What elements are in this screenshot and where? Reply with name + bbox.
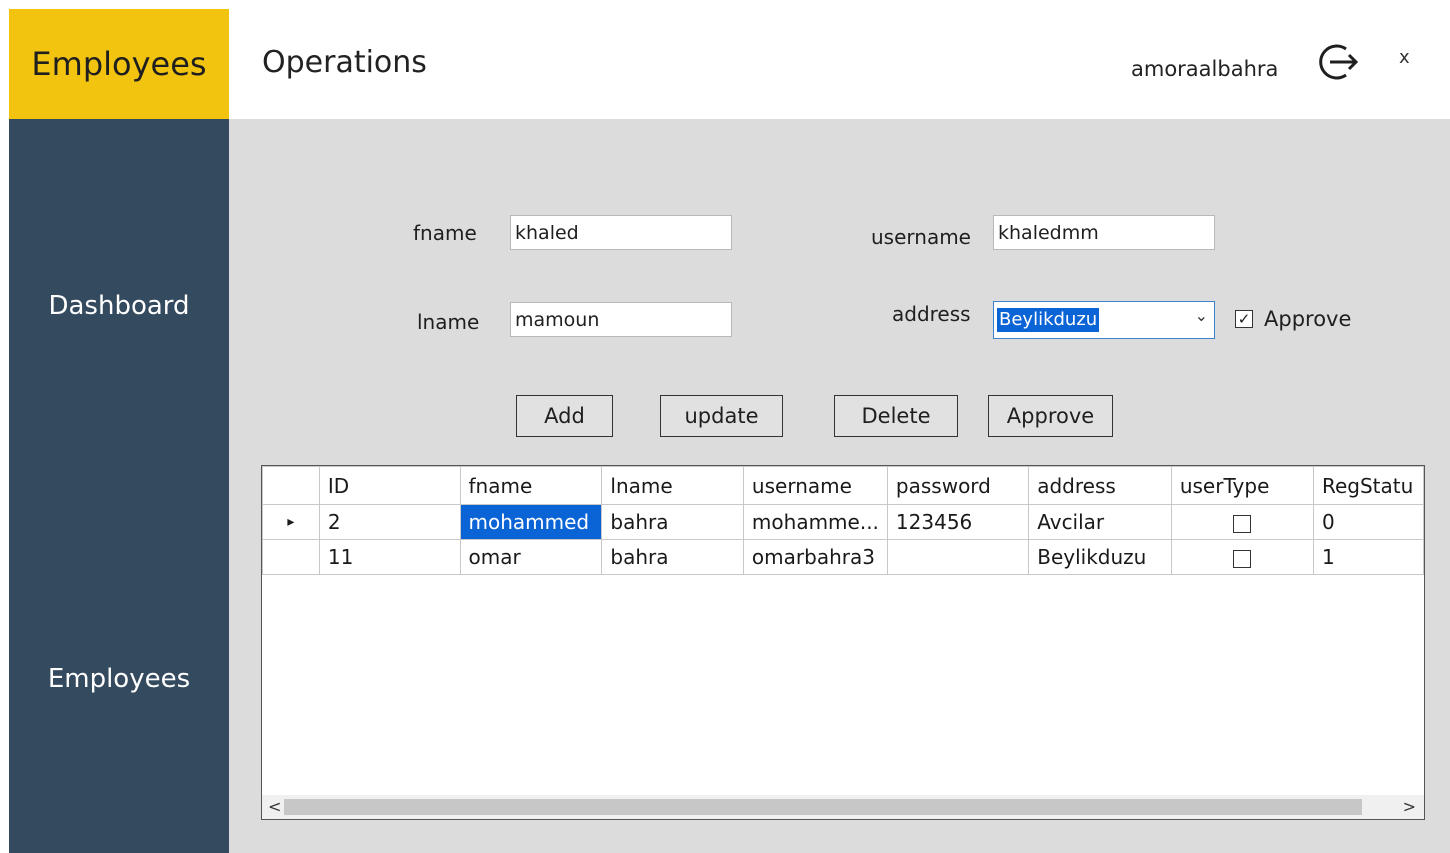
row-header-corner — [262, 466, 320, 505]
column-header[interactable]: RegStatu — [1312, 466, 1424, 505]
checkmark-icon: ✓ — [1235, 310, 1253, 328]
sidebar: Dashboard Employees — [9, 119, 229, 853]
scroll-right-icon[interactable]: > — [1403, 797, 1416, 816]
current-user-name: amoraalbahra — [1131, 57, 1279, 81]
lname-input[interactable] — [510, 302, 732, 337]
row-header[interactable] — [262, 539, 320, 575]
sidebar-item-employees[interactable]: Employees — [9, 664, 229, 694]
table-cell[interactable]: 123456 — [886, 504, 1030, 540]
address-select[interactable]: Beylikduzu ⌄ — [993, 301, 1215, 339]
brand-header: Employees — [9, 9, 229, 119]
usertype-checkbox[interactable] — [1233, 514, 1252, 533]
table-cell[interactable]: Beylikduzu — [1028, 539, 1172, 575]
logout-icon[interactable] — [1316, 41, 1362, 83]
table-cell[interactable]: omarbahra3 — [742, 539, 888, 575]
scroll-left-icon[interactable]: < — [268, 797, 281, 816]
column-header[interactable]: address — [1028, 466, 1172, 505]
usertype-cell[interactable] — [1170, 539, 1314, 575]
address-label: address — [892, 302, 971, 326]
table-cell[interactable]: mohamme... — [742, 504, 888, 540]
fname-input[interactable] — [510, 215, 732, 250]
brand-title: Employees — [31, 45, 207, 83]
column-header[interactable]: fname — [459, 466, 603, 505]
column-header[interactable]: ID — [318, 466, 461, 505]
chevron-down-icon[interactable]: ⌄ — [1195, 306, 1208, 325]
operations-panel: fname username lname address Beylikduzu … — [229, 119, 1450, 853]
table-cell[interactable]: bahra — [601, 504, 744, 540]
table-cell[interactable]: Avcilar — [1028, 504, 1172, 540]
column-header[interactable]: lname — [601, 466, 744, 505]
username-input[interactable] — [993, 215, 1215, 250]
update-button[interactable]: update — [660, 395, 783, 437]
column-header[interactable]: userType — [1170, 466, 1314, 505]
approve-button[interactable]: Approve — [988, 395, 1113, 437]
employees-table: ID fname lname username password address… — [262, 466, 1424, 575]
table-cell[interactable]: 11 — [318, 539, 461, 575]
address-select-value: Beylikduzu — [997, 308, 1100, 332]
horizontal-scrollbar[interactable]: < > — [262, 795, 1424, 819]
fname-label: fname — [413, 221, 477, 245]
table-row[interactable]: ▸ 2 mohammed bahra mohamme... 123456 Avc… — [262, 504, 1424, 540]
delete-button[interactable]: Delete — [834, 395, 958, 437]
table-cell[interactable]: omar — [459, 539, 603, 575]
table-header-row: ID fname lname username password address… — [262, 466, 1424, 505]
column-header[interactable]: password — [886, 466, 1030, 505]
close-button[interactable]: x — [1399, 47, 1410, 68]
table-row[interactable]: 11 omar bahra omarbahra3 Beylikduzu 1 — [262, 539, 1424, 575]
employees-grid[interactable]: ID fname lname username password address… — [261, 465, 1425, 820]
table-cell[interactable]: bahra — [601, 539, 744, 575]
top-header: Operations amoraalbahra x — [229, 9, 1450, 119]
table-cell[interactable]: 1 — [1312, 539, 1424, 575]
table-cell[interactable] — [886, 539, 1030, 575]
approve-checkbox[interactable]: ✓ Approve — [1235, 307, 1351, 331]
scrollbar-thumb[interactable] — [284, 799, 1362, 815]
username-label: username — [871, 225, 971, 249]
sidebar-item-dashboard[interactable]: Dashboard — [9, 291, 229, 321]
table-cell[interactable]: 0 — [1312, 504, 1424, 540]
page-title: Operations — [262, 45, 427, 80]
lname-label: lname — [417, 310, 480, 334]
table-cell[interactable]: 2 — [318, 504, 461, 540]
approve-checkbox-label: Approve — [1264, 307, 1352, 331]
add-button[interactable]: Add — [516, 395, 613, 437]
current-row-indicator-icon[interactable]: ▸ — [262, 504, 320, 540]
usertype-checkbox[interactable] — [1233, 549, 1252, 568]
table-cell-selected[interactable]: mohammed — [459, 504, 603, 540]
column-header[interactable]: username — [742, 466, 888, 505]
usertype-cell[interactable] — [1170, 504, 1314, 540]
